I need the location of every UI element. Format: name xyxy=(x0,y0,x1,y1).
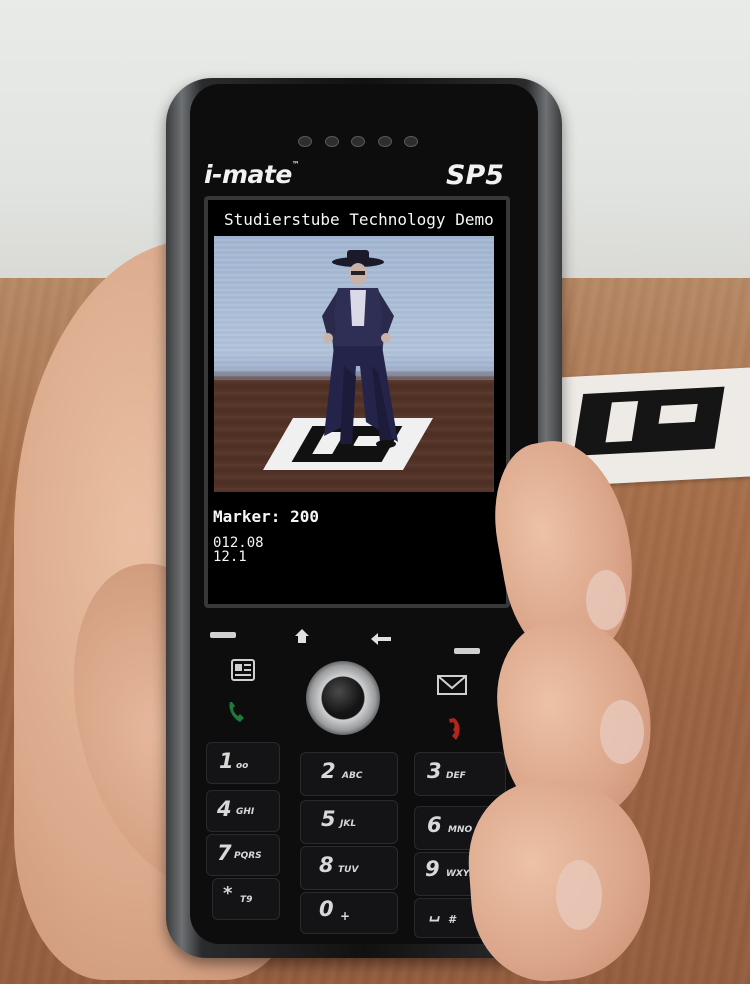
envelope-icon[interactable] xyxy=(410,664,490,708)
joystick-icon[interactable] xyxy=(322,677,364,719)
model-label: SP5 xyxy=(446,160,505,191)
key-7[interactable]: 7 PQRS xyxy=(206,834,280,876)
marker-readout: Marker: 200 xyxy=(213,507,319,526)
right-soft-key[interactable] xyxy=(454,648,480,654)
back-arrow-icon[interactable] xyxy=(370,632,392,646)
fingernail xyxy=(586,570,626,630)
key-2[interactable]: 2 ABC xyxy=(300,752,398,796)
fingernail xyxy=(600,700,644,764)
fingernail xyxy=(556,860,602,930)
photo-scene: i-mate™ SP5 Studierstube Technology Demo xyxy=(0,0,750,984)
key-5[interactable]: 5 JKL xyxy=(300,800,398,844)
key-1[interactable]: 1 ᴏᴏ xyxy=(206,742,280,784)
key-star[interactable]: * T9 xyxy=(212,878,280,920)
key-0[interactable]: 0 + xyxy=(300,892,398,934)
contacts-card-icon[interactable] xyxy=(214,650,272,694)
readout-line-2: 12.1 xyxy=(213,549,247,565)
ar-camera-view xyxy=(214,236,494,492)
brand-logo: i-mate™ xyxy=(204,160,300,189)
key-4[interactable]: 4 GHI xyxy=(206,790,280,832)
virtual-character xyxy=(322,250,398,452)
red-handset-icon[interactable] xyxy=(424,710,474,746)
left-soft-key[interactable] xyxy=(210,632,236,638)
key-8[interactable]: 8 TUV xyxy=(300,846,398,890)
green-handset-icon[interactable] xyxy=(214,694,264,730)
key-3[interactable]: 3 DEF xyxy=(414,752,506,796)
readout-line-1: 012.08 xyxy=(213,535,264,551)
home-icon[interactable] xyxy=(294,628,310,644)
speaker-grille xyxy=(298,136,418,152)
screen-title: Studierstube Technology Demo xyxy=(224,210,494,229)
